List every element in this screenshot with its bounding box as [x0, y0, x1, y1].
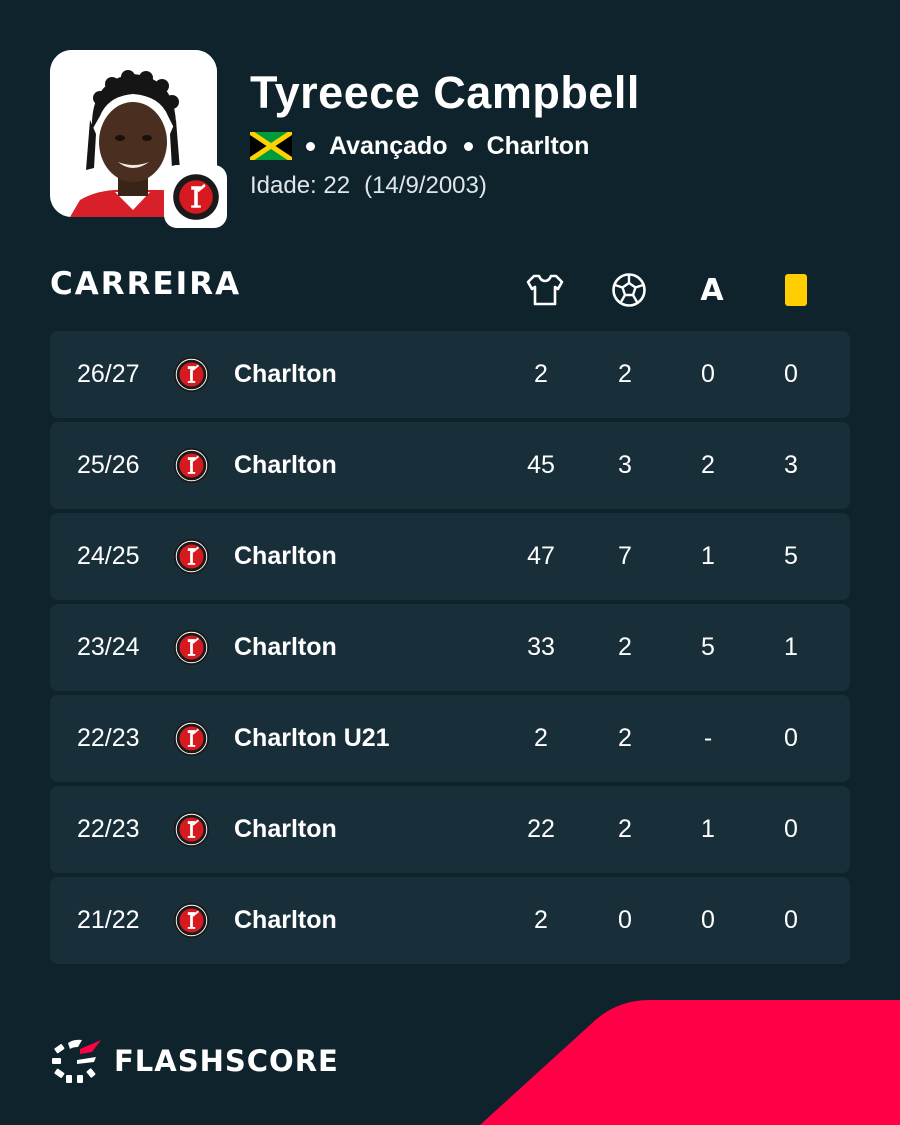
assists-value: 2 — [701, 451, 715, 479]
goals-value: 2 — [618, 815, 632, 843]
assists-column-header: A — [700, 272, 724, 308]
brand-name: FLASHSCORE — [114, 1044, 339, 1078]
career-row: 22/23 Charlton 22 2 1 0 — [50, 786, 850, 873]
jersey-icon — [526, 274, 564, 306]
charlton-crest-icon — [172, 173, 219, 220]
player-position: Avançado — [329, 131, 448, 160]
age-label: Idade: 22 — [250, 172, 351, 199]
appearances-value: 47 — [527, 542, 555, 570]
yellow-card-icon — [785, 274, 807, 306]
yellow-cards-value: 0 — [784, 724, 798, 752]
flashscore-brand: FLASHSCORE — [50, 1038, 339, 1084]
season: 22/23 — [77, 815, 140, 843]
assists-value: 1 — [701, 542, 715, 570]
career-title: CARREIRA — [50, 266, 242, 302]
yellow-cards-value: 3 — [784, 451, 798, 479]
player-meta: Avançado Charlton — [250, 128, 589, 164]
assists-value: 5 — [701, 633, 715, 661]
assists-value: 1 — [701, 815, 715, 843]
team-name: Charlton — [234, 542, 337, 570]
career-row: 25/26 Charlton 45 3 2 3 — [50, 422, 850, 509]
team-name: Charlton — [234, 633, 337, 661]
appearances-value: 22 — [527, 815, 555, 843]
jamaica-flag-icon — [250, 132, 292, 160]
yellow-cards-column-header — [774, 270, 818, 310]
season: 22/23 — [77, 724, 140, 752]
team-name: Charlton — [234, 906, 337, 934]
club-crest-icon — [173, 447, 210, 484]
career-row: 23/24 Charlton 33 2 5 1 — [50, 604, 850, 691]
season: 23/24 — [77, 633, 140, 661]
club-crest-icon — [173, 629, 210, 666]
career-row: 21/22 Charlton 2 0 0 0 — [50, 877, 850, 964]
club-crest-icon — [173, 902, 210, 939]
flashscore-logo-icon — [52, 1039, 101, 1083]
player-club: Charlton — [486, 131, 590, 160]
season: 21/22 — [77, 906, 140, 934]
yellow-cards-value: 0 — [784, 906, 798, 934]
team-name: Charlton — [234, 451, 337, 479]
season: 26/27 — [77, 360, 140, 388]
birth-date: (14/9/2003) — [364, 172, 487, 199]
club-crest-icon — [173, 538, 210, 575]
appearances-value: 45 — [527, 451, 555, 479]
player-age: Idade: 22 (14/9/2003) — [250, 172, 487, 200]
goals-column-header — [607, 270, 651, 310]
yellow-cards-value: 0 — [784, 360, 798, 388]
career-row: 26/27 Charlton 2 2 0 0 — [50, 331, 850, 418]
career-row: 22/23 Charlton U21 2 2 - 0 — [50, 695, 850, 782]
club-badge — [164, 165, 227, 228]
appearances-column-header — [523, 270, 567, 310]
appearances-value: 33 — [527, 633, 555, 661]
season: 24/25 — [77, 542, 140, 570]
separator-dot — [306, 141, 315, 151]
season: 25/26 — [77, 451, 140, 479]
career-row: 24/25 Charlton 47 7 1 5 — [50, 513, 850, 600]
appearances-value: 2 — [534, 360, 548, 388]
goals-value: 3 — [618, 451, 632, 479]
goals-value: 2 — [618, 724, 632, 752]
goals-value: 7 — [618, 542, 632, 570]
yellow-cards-value: 1 — [784, 633, 798, 661]
appearances-value: 2 — [534, 906, 548, 934]
goals-value: 2 — [618, 360, 632, 388]
goals-value: 0 — [618, 906, 632, 934]
career-table: 26/27 Charlton 2 2 0 0 25/26 Charlton 45 3 2 3 24/25… — [50, 331, 850, 968]
separator-dot — [463, 141, 473, 151]
team-name: Charlton U21 — [234, 724, 390, 752]
football-icon — [612, 273, 646, 307]
player-career-card: Tyreece Campbell Avançado Charlton Idade… — [0, 0, 900, 1125]
player-name: Tyreece Campbell — [250, 67, 640, 118]
appearances-value: 2 — [534, 724, 548, 752]
team-name: Charlton — [234, 815, 337, 843]
yellow-cards-value: 5 — [784, 542, 798, 570]
assists-value: - — [703, 724, 713, 752]
club-crest-icon — [173, 811, 210, 848]
assists-value: 0 — [701, 360, 715, 388]
team-name: Charlton — [234, 360, 337, 388]
goals-value: 2 — [618, 633, 632, 661]
club-crest-icon — [173, 356, 210, 393]
club-crest-icon — [173, 720, 210, 757]
assists-value: 0 — [701, 906, 715, 934]
yellow-cards-value: 0 — [784, 815, 798, 843]
